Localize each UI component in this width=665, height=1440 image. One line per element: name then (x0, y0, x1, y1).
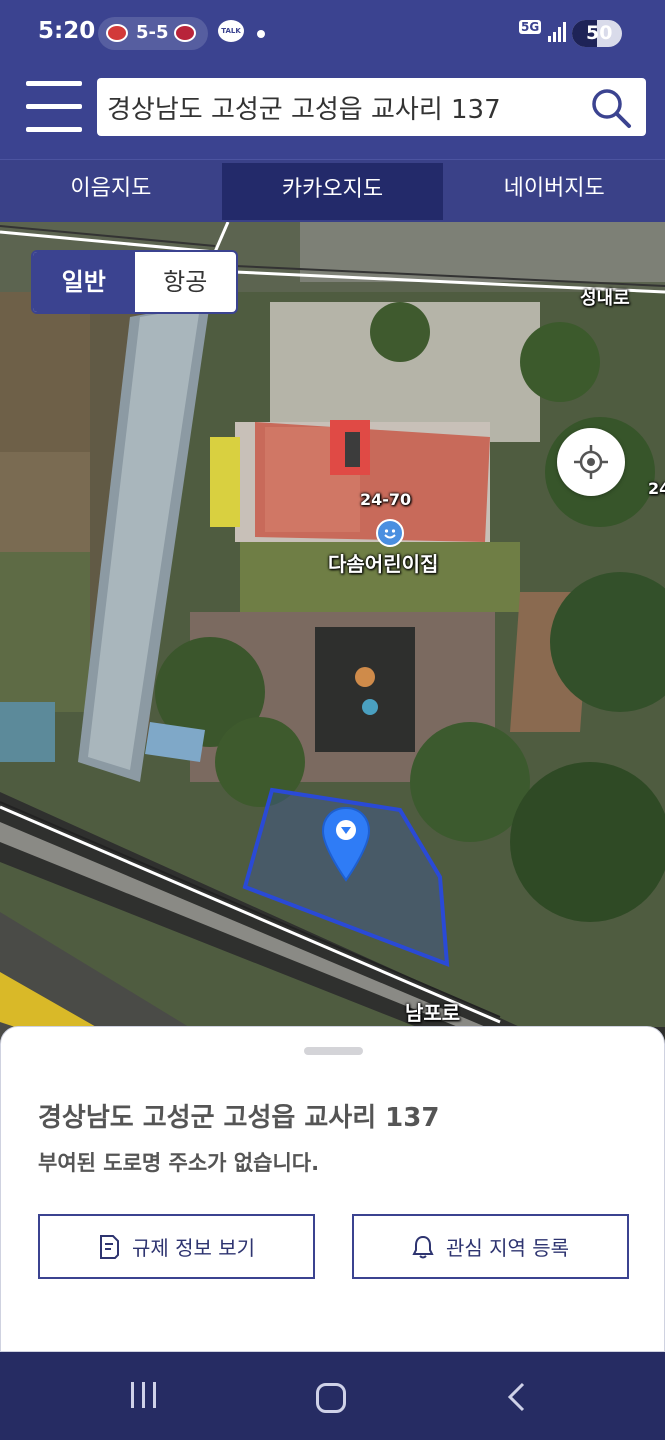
app-header (0, 64, 665, 159)
sheet-grabber[interactable] (304, 1047, 363, 1055)
road-label-north: 성내로 (580, 288, 630, 309)
map-pin-icon[interactable] (320, 806, 372, 884)
locate-button[interactable] (557, 428, 625, 496)
tab-naver-map[interactable]: 네이버지도 (443, 160, 665, 222)
lot-number-label: 24-70 (360, 490, 412, 509)
score-text: 5-5 (136, 22, 169, 43)
battery-level: 50 (586, 22, 613, 44)
notification-dot-icon (257, 30, 265, 38)
status-bar: 5:20 5-5 TALK 5G 50 (0, 0, 665, 64)
team-logo-icon (106, 24, 128, 42)
aerial-map-image (0, 222, 665, 1052)
map-provider-tabs: 이음지도 카카오지도 네이버지도 (0, 159, 665, 222)
tab-eum-map[interactable]: 이음지도 (0, 160, 222, 222)
poi-daycare-icon[interactable] (376, 519, 404, 547)
search-bar[interactable] (97, 78, 646, 136)
map-type-aerial[interactable]: 항공 (135, 252, 237, 312)
register-interest-button[interactable]: 관심 지역 등록 (352, 1214, 629, 1279)
search-input[interactable] (107, 86, 577, 128)
address-bottom-sheet: 경상남도 고성군 고성읍 교사리 137 부여된 도로명 주소가 없습니다. 규… (0, 1026, 665, 1352)
register-interest-label: 관심 지역 등록 (445, 1236, 570, 1260)
map-type-general[interactable]: 일반 (33, 252, 135, 312)
map-type-toggle: 일반 항공 (31, 250, 238, 314)
system-navigation-bar (0, 1352, 665, 1440)
regulation-info-label: 규제 정보 보기 (131, 1236, 256, 1260)
kakaotalk-icon: TALK (218, 20, 244, 42)
battery-icon: 50 (572, 20, 622, 47)
tab-kakao-map[interactable]: 카카오지도 (221, 163, 444, 220)
poi-daycare-name[interactable]: 다솜어린이집 (328, 548, 438, 577)
aerial-map[interactable]: 일반 항공 성내로 24-70 24 다솜어린이집 남포로 (0, 222, 665, 1052)
back-icon[interactable] (505, 1382, 529, 1412)
road-label-south: 남포로 (405, 1001, 461, 1025)
network-5g-icon: 5G (519, 20, 542, 34)
search-icon[interactable] (590, 87, 632, 129)
lot-number-edge-label: 24 (648, 479, 665, 498)
road-address-note: 부여된 도로명 주소가 없습니다. (38, 1151, 320, 1175)
hamburger-menu-icon[interactable] (26, 79, 82, 135)
crosshair-icon (574, 445, 608, 479)
document-icon (99, 1234, 119, 1259)
bell-icon (412, 1235, 434, 1258)
team-logo-icon (174, 24, 196, 42)
recent-apps-icon[interactable] (128, 1382, 160, 1408)
signal-icon (548, 22, 566, 42)
home-icon[interactable] (316, 1383, 346, 1413)
clock: 5:20 (38, 18, 96, 44)
address-title: 경상남도 고성군 고성읍 교사리 137 (38, 1103, 440, 1133)
score-notification: 5-5 (98, 17, 208, 50)
regulation-info-button[interactable]: 규제 정보 보기 (38, 1214, 315, 1279)
